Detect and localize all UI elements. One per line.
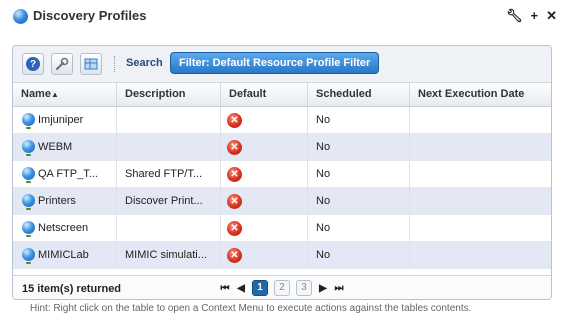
x-circle-icon: ✕ bbox=[227, 113, 242, 128]
next-execution-cell bbox=[410, 134, 551, 160]
next-execution-cell bbox=[410, 188, 551, 214]
x-circle-icon: ✕ bbox=[227, 140, 242, 155]
help-button[interactable]: ? bbox=[22, 53, 44, 75]
filter-button[interactable]: Filter: Default Resource Profile Filter bbox=[170, 52, 380, 74]
globe-icon bbox=[22, 113, 35, 129]
description-cell: MIMIC simulati... bbox=[117, 242, 221, 268]
table-header: Name▲ Description Default Scheduled Next… bbox=[13, 83, 551, 107]
globe-icon bbox=[22, 248, 35, 264]
first-page-icon[interactable]: ⏮︎ bbox=[220, 283, 230, 294]
scheduled-cell: No bbox=[308, 107, 410, 133]
next-execution-cell bbox=[410, 242, 551, 268]
description-cell bbox=[117, 215, 221, 241]
page-button-3[interactable]: 3 bbox=[296, 280, 312, 296]
table-row[interactable]: WEBM ✕ No bbox=[13, 134, 551, 161]
name-cell: WEBM bbox=[13, 134, 117, 160]
pagination: ⏮︎ ◀ 1 2 3 ▶ ⏭︎ bbox=[220, 280, 344, 296]
next-execution-cell bbox=[410, 215, 551, 241]
hint-text: Hint: Right click on the table to open a… bbox=[30, 303, 472, 314]
default-cell: ✕ bbox=[221, 215, 308, 241]
name-cell: Imjuniper bbox=[13, 107, 117, 133]
next-execution-cell bbox=[410, 161, 551, 187]
table-icon bbox=[84, 58, 98, 70]
table-row[interactable]: Imjuniper ✕ No bbox=[13, 107, 551, 134]
description-cell: Discover Print... bbox=[117, 188, 221, 214]
close-icon[interactable]: ✕ bbox=[546, 8, 557, 24]
sort-asc-icon: ▲ bbox=[50, 90, 59, 99]
scheduled-cell: No bbox=[308, 215, 410, 241]
name-cell: QA FTP_T... bbox=[13, 161, 117, 187]
grid-settings-button[interactable] bbox=[80, 53, 102, 75]
globe-icon bbox=[22, 221, 35, 237]
column-header-description[interactable]: Description bbox=[117, 83, 221, 106]
table-row[interactable]: QA FTP_T... Shared FTP/T... ✕ No bbox=[13, 161, 551, 188]
next-execution-cell bbox=[410, 107, 551, 133]
help-icon: ? bbox=[26, 57, 40, 71]
default-cell: ✕ bbox=[221, 134, 308, 160]
default-cell: ✕ bbox=[221, 107, 308, 133]
name-cell: MIMICLab bbox=[13, 242, 117, 268]
default-cell: ✕ bbox=[221, 161, 308, 187]
column-header-default[interactable]: Default bbox=[221, 83, 308, 106]
globe-icon bbox=[22, 194, 35, 210]
table-row[interactable]: Printers Discover Print... ✕ No bbox=[13, 188, 551, 215]
scheduled-cell: No bbox=[308, 161, 410, 187]
table-row[interactable]: Netscreen ✕ No bbox=[13, 215, 551, 242]
search-link[interactable]: Search bbox=[126, 57, 163, 69]
page-button-1[interactable]: 1 bbox=[252, 280, 268, 296]
plus-icon[interactable]: + bbox=[531, 8, 539, 24]
window-controls: 🔧︎ + ✕ bbox=[506, 8, 557, 24]
globe-icon bbox=[22, 140, 35, 156]
scheduled-cell: No bbox=[308, 134, 410, 160]
description-cell bbox=[117, 107, 221, 133]
description-cell: Shared FTP/T... bbox=[117, 161, 221, 187]
prev-page-icon[interactable]: ◀ bbox=[236, 283, 246, 294]
table-row[interactable]: MIMICLab MIMIC simulati... ✕ No bbox=[13, 242, 551, 269]
page-button-2[interactable]: 2 bbox=[274, 280, 290, 296]
window-titlebar: Discovery Profiles 🔧︎ + ✕ bbox=[0, 0, 563, 32]
description-cell bbox=[117, 134, 221, 160]
default-cell: ✕ bbox=[221, 242, 308, 268]
table-footer: 15 item(s) returned ⏮︎ ◀ 1 2 3 ▶ ⏭︎ bbox=[13, 275, 551, 299]
wrench-icon[interactable]: 🔧︎ bbox=[506, 8, 523, 24]
edit-button[interactable] bbox=[51, 53, 73, 75]
name-cell: Netscreen bbox=[13, 215, 117, 241]
globe-icon bbox=[13, 9, 28, 24]
last-page-icon[interactable]: ⏭︎ bbox=[334, 283, 344, 294]
x-circle-icon: ✕ bbox=[227, 194, 242, 209]
profiles-table: Name▲ Description Default Scheduled Next… bbox=[13, 83, 551, 269]
column-label: Name bbox=[21, 88, 51, 100]
column-header-name[interactable]: Name▲ bbox=[13, 83, 117, 106]
scheduled-cell: No bbox=[308, 242, 410, 268]
wrench-icon bbox=[55, 57, 69, 71]
column-header-scheduled[interactable]: Scheduled bbox=[308, 83, 410, 106]
item-count: 15 item(s) returned bbox=[22, 283, 122, 295]
x-circle-icon: ✕ bbox=[227, 248, 242, 263]
next-page-icon[interactable]: ▶ bbox=[318, 283, 328, 294]
toolbar-separator bbox=[114, 56, 116, 72]
toolbar: ? Search Filter: Default Resource Profil… bbox=[13, 46, 551, 83]
x-circle-icon: ✕ bbox=[227, 221, 242, 236]
globe-icon bbox=[22, 167, 35, 183]
default-cell: ✕ bbox=[221, 188, 308, 214]
window-title: Discovery Profiles bbox=[33, 8, 147, 23]
x-circle-icon: ✕ bbox=[227, 167, 242, 182]
name-cell: Printers bbox=[13, 188, 117, 214]
scheduled-cell: No bbox=[308, 188, 410, 214]
column-header-next-execution[interactable]: Next Execution Date bbox=[410, 83, 551, 106]
discovery-profiles-panel: ? Search Filter: Default Resource Profil… bbox=[12, 45, 552, 300]
